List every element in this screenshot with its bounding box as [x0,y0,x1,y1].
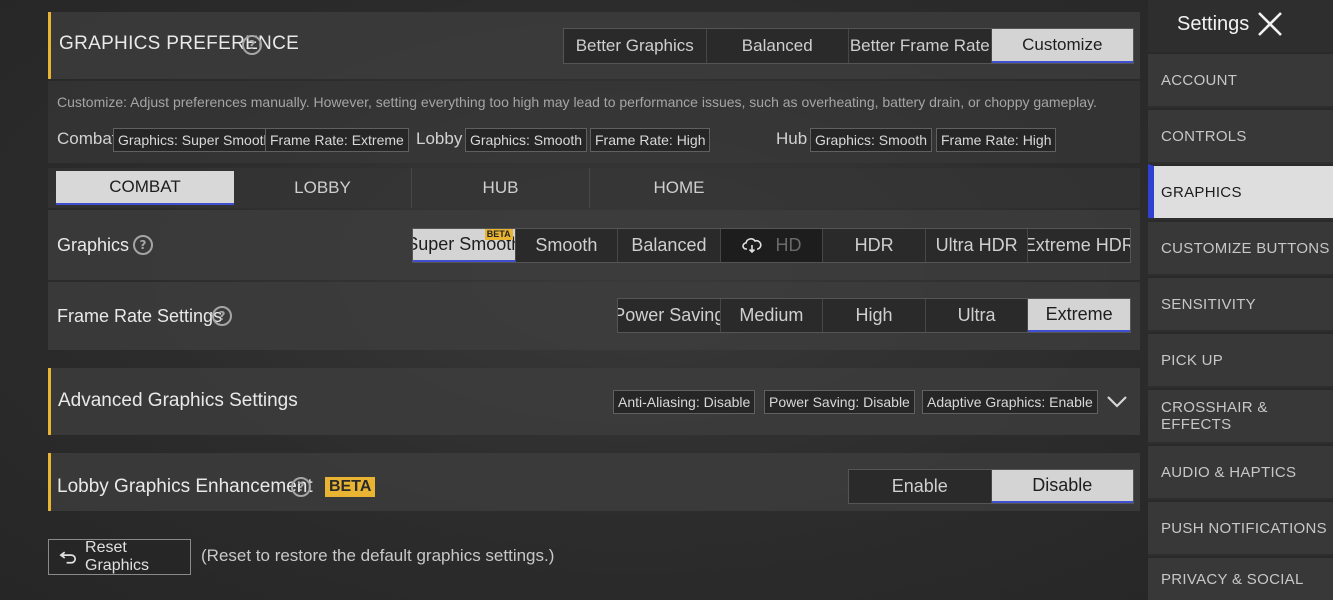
sidebar-item-crosshair-effects[interactable]: CROSSHAIR & EFFECTS [1148,388,1333,442]
tab-combat[interactable]: COMBAT [56,171,234,205]
sidebar-item-privacy-social[interactable]: PRIVACY & SOCIAL [1148,556,1333,600]
graphics-option-extreme-hdr[interactable]: Extreme HDR [1028,229,1130,262]
tab-home[interactable]: HOME [590,168,768,208]
customize-description: Customize: Adjust preferences manually. … [57,94,1097,110]
graphics-quality-selector: Super Smooth BETA Smooth Balanced HD HDR… [412,228,1131,263]
graphics-preference-panel: GRAPHICS PREFERENCE ? Better Graphics Ba… [48,12,1140,79]
lobby-enhancement-title: Lobby Graphics Enhancement [57,476,313,497]
preference-option-customize[interactable]: Customize [991,29,1133,63]
settings-title: Settings [1177,13,1250,35]
lobby-enhancement-disable[interactable]: Disable [991,470,1133,503]
frame-rate-option-ultra[interactable]: Ultra [926,299,1029,332]
frame-rate-option-medium[interactable]: Medium [721,299,824,332]
sidebar-item-account[interactable]: ACCOUNT [1148,52,1333,106]
advanced-chip-power-saving: Power Saving: Disable [764,390,915,414]
frame-rate-option-high[interactable]: High [823,299,926,332]
graphics-option-label: HD [775,235,802,255]
cloud-download-icon [741,237,762,253]
settings-sidebar: Settings ACCOUNT CONTROLS GRAPHICS CUSTO… [1148,0,1333,600]
sidebar-item-push-notifications[interactable]: PUSH NOTIFICATIONS [1148,500,1333,554]
frame-rate-label: Frame Rate Settings [57,306,223,326]
graphics-quality-label: Graphics [57,235,130,255]
summary-hub-label: Hub [776,129,808,148]
advanced-chip-anti-aliasing: Anti-Aliasing: Disable [613,390,756,414]
frame-rate-panel: Frame Rate Settings ? Power Saving Mediu… [48,282,1140,350]
mode-tabs: COMBAT LOBBY HUB HOME [48,168,1140,208]
frame-rate-option-power-saving[interactable]: Power Saving [618,299,721,332]
chevron-down-icon[interactable] [1105,390,1129,414]
summary-hub-frame-rate: Frame Rate: High [936,128,1057,152]
sidebar-item-controls[interactable]: CONTROLS [1148,108,1333,162]
help-icon[interactable]: ? [291,477,311,497]
preference-option-better-frame-rate[interactable]: Better Frame Rate [849,29,992,63]
graphics-option-hdr[interactable]: HDR [823,229,926,262]
preference-option-balanced[interactable]: Balanced [707,29,849,63]
summary-combat-frame-rate: Frame Rate: Extreme [265,128,409,152]
undo-icon [59,551,77,564]
summary-lobby-graphics: Graphics: Smooth [465,128,588,152]
graphics-preference-title: GRAPHICS PREFERENCE [59,33,300,54]
graphics-option-hd[interactable]: HD [720,229,824,262]
frame-rate-selector: Power Saving Medium High Ultra Extreme [617,298,1131,333]
advanced-chip-adaptive-graphics: Adaptive Graphics: Enable [922,390,1098,414]
close-icon[interactable] [1255,9,1285,39]
advanced-graphics-title: Advanced Graphics Settings [58,390,298,411]
sidebar-item-pick-up[interactable]: PICK UP [1148,332,1333,386]
beta-badge: BETA [325,477,376,497]
summary-hub-graphics: Graphics: Smooth [810,128,933,152]
lobby-enhancement-panel: Lobby Graphics Enhancement ? Enable Disa… [48,453,1140,511]
summary-combat-graphics: Graphics: Super Smooth [113,128,277,152]
summary-lobby-frame-rate: Frame Rate: High [590,128,711,152]
tab-lobby[interactable]: LOBBY [234,168,412,208]
sidebar-item-audio-haptics[interactable]: AUDIO & HAPTICS [1148,444,1333,498]
reset-graphics-label: Reset Graphics [85,539,150,574]
graphics-option-balanced[interactable]: Balanced [618,229,721,262]
help-icon[interactable]: ? [212,306,232,326]
preference-option-better-graphics[interactable]: Better Graphics [564,29,707,63]
sidebar-item-sensitivity[interactable]: SENSITIVITY [1148,276,1333,330]
graphics-option-smooth[interactable]: Smooth [516,229,619,262]
graphics-quality-panel: Graphics ? Super Smooth BETA Smooth Bala… [48,210,1140,280]
reset-note: (Reset to restore the default graphics s… [201,546,555,565]
sidebar-header: Settings [1148,0,1333,52]
sidebar-item-customize-buttons[interactable]: CUSTOMIZE BUTTONS [1148,220,1333,274]
help-icon[interactable]: ? [242,35,262,55]
beta-badge: BETA [484,229,513,240]
graphics-settings-main: GRAPHICS PREFERENCE ? Better Graphics Ba… [0,0,1148,600]
graphics-option-super-smooth[interactable]: Super Smooth BETA [413,229,516,262]
summary-lobby-label: Lobby [416,129,463,148]
sidebar-item-graphics[interactable]: GRAPHICS [1148,164,1333,218]
help-icon[interactable]: ? [133,235,153,255]
graphics-preference-selector: Better Graphics Balanced Better Frame Ra… [563,28,1134,64]
graphics-option-ultra-hdr[interactable]: Ultra HDR [926,229,1029,262]
frame-rate-option-extreme[interactable]: Extreme [1028,299,1130,332]
summary-combat-label: Combat [57,129,117,148]
reset-graphics-button[interactable]: Reset Graphics [48,539,191,575]
lobby-enhancement-enable[interactable]: Enable [849,470,992,503]
lobby-enhancement-selector: Enable Disable [848,469,1134,504]
tab-hub[interactable]: HUB [412,168,590,208]
